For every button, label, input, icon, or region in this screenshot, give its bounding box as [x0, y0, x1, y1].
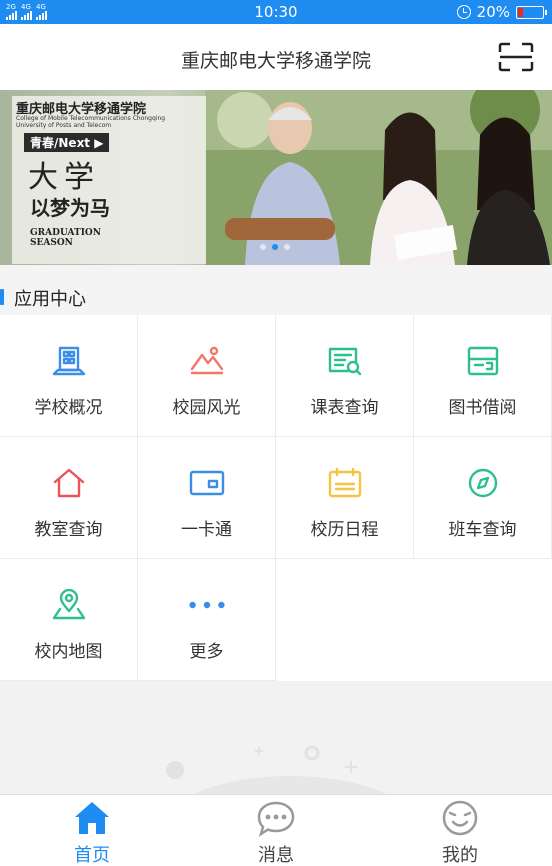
- app-tile-label: 更多: [189, 642, 224, 662]
- house-icon: [49, 465, 89, 501]
- app-tile-label: 班车查询: [448, 520, 517, 540]
- landscape-icon: [187, 343, 227, 379]
- battery-fill: [518, 7, 523, 17]
- carousel-dot[interactable]: [284, 244, 290, 250]
- scan-icon: [498, 42, 534, 72]
- app-tile-label: 教室查询: [34, 520, 103, 540]
- banner-school-en: College of Mobile Telecommunications Cho…: [16, 115, 186, 129]
- app-tile-label: 图书借阅: [448, 398, 517, 418]
- compass-icon: [463, 465, 503, 501]
- empty-state-illustration: [166, 745, 387, 794]
- empty-state-area: [0, 681, 552, 794]
- app-tile-landscape[interactable]: 校园风光: [138, 315, 276, 437]
- battery-percent: 20%: [476, 3, 510, 21]
- app-tile-label: 一卡通: [181, 520, 232, 540]
- page-title: 重庆邮电大学移通学院: [180, 50, 371, 72]
- timetable-search-icon: [325, 343, 365, 379]
- carousel-dot[interactable]: [272, 244, 278, 250]
- app-tile-more-dots[interactable]: 更多: [138, 559, 276, 681]
- banner-school-en-line1: College of Mobile Telecommunications Cho…: [16, 115, 166, 122]
- carousel-indicator[interactable]: [260, 244, 290, 250]
- app-header: 重庆邮电大学移通学院: [0, 24, 552, 90]
- app-tile-house[interactable]: 教室查询: [0, 437, 138, 559]
- app-tile-label: 校园风光: [172, 398, 241, 418]
- scan-button[interactable]: [498, 42, 534, 72]
- carousel-dot[interactable]: [260, 244, 266, 250]
- banner-tag: 青春/Next ▶: [24, 133, 110, 152]
- banner-carousel[interactable]: 重庆邮电大学移通学院 College of Mobile Telecommuni…: [0, 90, 552, 265]
- app-tile-map-pin[interactable]: 校内地图: [0, 559, 138, 681]
- battery-icon: [516, 5, 547, 19]
- status-bar: 2G 4G 4G 10:30 20%: [0, 0, 552, 24]
- section-title: 应用中心: [14, 289, 86, 310]
- chat-bubble-icon: [256, 799, 296, 837]
- app-tile-school-building[interactable]: 学校概况: [0, 315, 138, 437]
- alarm-icon: [456, 5, 471, 19]
- app-grid: 学校概况 校园风光 课表查询 图书借阅教室查询 一卡通 校历日程 班车查询校内地图 更多: [0, 315, 552, 681]
- banner-school-en-line2: University of Posts and Telecom: [16, 122, 112, 129]
- tab-label: 我的: [442, 845, 478, 866]
- library-card-icon: [463, 343, 503, 379]
- tab-label: 消息: [258, 845, 294, 866]
- calendar-icon: [325, 465, 365, 501]
- card-icon: [187, 465, 227, 501]
- app-tile-label: 校历日程: [310, 520, 379, 540]
- home-icon: [72, 799, 112, 837]
- profile-face-icon: [440, 799, 480, 837]
- more-dots-icon: [187, 587, 227, 623]
- school-building-icon: [49, 343, 89, 379]
- app-tile-label: 课表查询: [310, 398, 379, 418]
- banner-slogan: 以梦为马: [30, 196, 110, 220]
- section-accent-bar: [0, 289, 4, 305]
- banner-photo: [205, 90, 552, 265]
- tab-chat-bubble[interactable]: 消息: [184, 795, 368, 866]
- app-center-header: 应用中心: [0, 265, 552, 315]
- bottom-tab-bar: 首页 消息 我的: [0, 794, 552, 866]
- app-tile-timetable-search[interactable]: 课表查询: [276, 315, 414, 437]
- banner-graduation-line1: GRADUATION: [30, 228, 101, 238]
- app-tile-calendar[interactable]: 校历日程: [276, 437, 414, 559]
- map-pin-icon: [49, 587, 89, 623]
- app-tile-compass[interactable]: 班车查询: [414, 437, 552, 559]
- app-tile-label: 学校概况: [34, 398, 103, 418]
- banner-graduation-line2: SEASON: [30, 238, 73, 248]
- app-tile-library-card[interactable]: 图书借阅: [414, 315, 552, 437]
- banner-headline: 大学: [28, 160, 100, 195]
- tab-label: 首页: [74, 845, 110, 866]
- banner-graduation: GRADUATION SEASON: [30, 228, 101, 248]
- tab-home[interactable]: 首页: [0, 795, 184, 866]
- tab-profile-face[interactable]: 我的: [368, 795, 552, 866]
- app-tile-card[interactable]: 一卡通: [138, 437, 276, 559]
- status-right: 20%: [456, 3, 547, 21]
- app-tile-label: 校内地图: [34, 642, 103, 662]
